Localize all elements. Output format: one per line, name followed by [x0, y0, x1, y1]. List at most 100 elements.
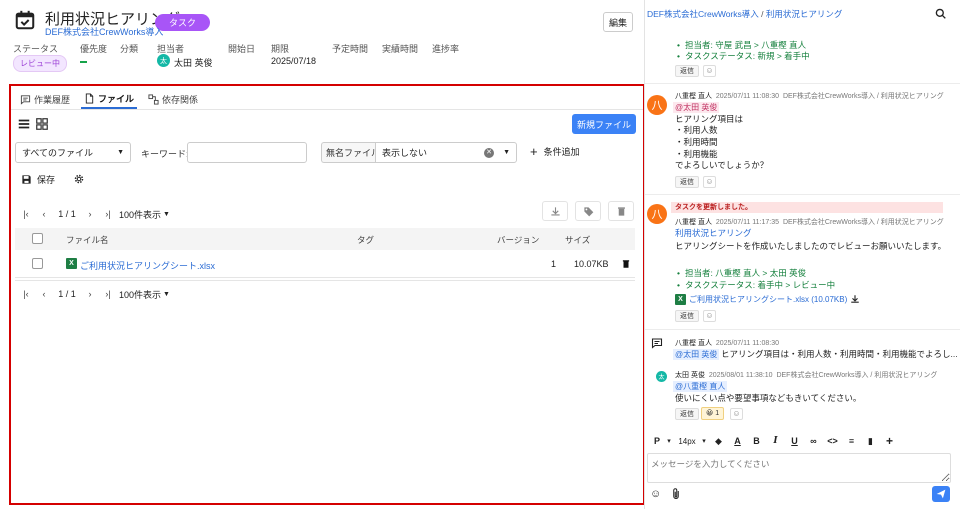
mention[interactable]: @八重樫 直人	[673, 381, 728, 392]
clear-icon[interactable]: ✕	[484, 147, 494, 158]
reply-button[interactable]: 返信	[675, 65, 699, 77]
mention[interactable]: @太田 英俊	[673, 349, 720, 360]
file-version: 1	[551, 259, 557, 269]
search-icon[interactable]	[935, 8, 946, 19]
add-reaction-icon[interactable]: ☺	[730, 408, 743, 420]
highlight-icon[interactable]: ◆	[709, 436, 728, 447]
assignee-avatar: 太	[157, 54, 170, 67]
reply-button[interactable]: 返信	[675, 176, 699, 188]
meta-label-planned: 予定時間	[332, 44, 369, 54]
next-page-icon[interactable]: ›	[81, 209, 99, 219]
meta-label-due: 期限	[271, 44, 290, 54]
anon-file-select[interactable]: 表示しない ✕ ▼	[375, 142, 517, 163]
trash-icon[interactable]: ▮	[861, 436, 880, 447]
tab-history[interactable]: 作業履歴	[17, 89, 73, 109]
paperclip-icon[interactable]	[671, 488, 681, 500]
next-page-icon[interactable]: ›	[81, 289, 99, 299]
paragraph-select[interactable]: P	[651, 436, 663, 446]
last-page-icon[interactable]: ›|	[99, 209, 117, 219]
project-link[interactable]: DEF株式会社CrewWorks導入	[45, 25, 163, 38]
chevron-down-icon[interactable]: ▾	[663, 437, 675, 445]
first-page-icon[interactable]: |‹	[17, 209, 35, 219]
prev-page-icon[interactable]: ‹	[35, 289, 53, 299]
per-page-select[interactable]: 100件表示	[119, 208, 161, 221]
text-color-icon[interactable]: A	[728, 436, 747, 446]
mention[interactable]: @太田 英俊	[673, 102, 720, 113]
gear-icon[interactable]	[73, 173, 85, 185]
tab-dependencies[interactable]: 依存関係	[145, 89, 201, 109]
reaction-chip[interactable]: 😀 1	[701, 407, 725, 420]
delete-button[interactable]	[608, 201, 634, 221]
keyword-label: キーワード:	[141, 149, 189, 159]
download-icon	[550, 206, 560, 215]
message-author[interactable]: 八重樫 直人	[675, 93, 712, 100]
add-reaction-icon[interactable]: ☺	[703, 310, 716, 322]
download-icon[interactable]	[850, 294, 860, 304]
keyword-input[interactable]	[187, 142, 307, 163]
file-filter-select[interactable]: すべてのファイル ▼	[15, 142, 131, 163]
meta-label-priority: 優先度	[80, 44, 108, 54]
reply-text: 使いにくい点や要望事項などもきいてください。	[675, 393, 862, 403]
save-icon	[22, 175, 31, 184]
message-input[interactable]	[647, 453, 951, 483]
col-filename[interactable]: ファイル名	[66, 234, 109, 246]
grid-view-icon[interactable]	[35, 117, 49, 131]
priority-indicator[interactable]	[80, 61, 87, 63]
prev-page-icon[interactable]: ‹	[35, 209, 53, 219]
meta-label-progress: 進捗率	[432, 44, 460, 54]
add-reaction-icon[interactable]: ☺	[703, 65, 716, 77]
assignee-name[interactable]: 太田 英俊	[174, 56, 213, 69]
plus-icon[interactable]: +	[880, 434, 899, 448]
col-tag[interactable]: タグ	[357, 234, 374, 246]
per-page-select[interactable]: 100件表示	[119, 288, 161, 301]
first-page-icon[interactable]: |‹	[17, 289, 35, 299]
col-size[interactable]: サイズ	[565, 234, 590, 246]
row-checkbox[interactable]	[32, 258, 43, 269]
message-path: DEF株式会社CrewWorks導入 / 利用状況ヒアリング	[782, 93, 944, 100]
table-header: ファイル名 タグ バージョン サイズ	[15, 228, 635, 250]
code-icon[interactable]: <>	[823, 436, 842, 446]
dependency-icon	[148, 93, 159, 105]
underline-icon[interactable]: U	[785, 436, 804, 446]
chevron-down-icon: ▼	[163, 210, 170, 218]
table-row[interactable]: X ご利用状況ヒアリングシート.xlsx 1 10.07KB	[15, 250, 635, 278]
last-page-icon[interactable]: ›|	[99, 289, 117, 299]
reply-button[interactable]: 返信	[675, 408, 699, 420]
select-all-checkbox[interactable]	[32, 233, 43, 244]
message-author[interactable]: 八重樫 直人	[675, 219, 712, 226]
attachment-link[interactable]: ご利用状況ヒアリングシート.xlsx (10.07KB)	[689, 294, 847, 305]
add-reaction-icon[interactable]: ☺	[703, 176, 716, 188]
save-button[interactable]: 保存	[21, 173, 55, 186]
trash-icon[interactable]	[621, 259, 631, 269]
edit-button[interactable]: 編集	[603, 12, 633, 32]
thread-author[interactable]: 八重樫 直人	[675, 340, 712, 347]
align-icon[interactable]: ≡	[842, 436, 861, 446]
thread-summary[interactable]: ヒアリング項目は・利用人数・利用時間・利用機能でよろし...	[721, 349, 958, 360]
bold-icon[interactable]: B	[747, 436, 766, 446]
meta-label-actual: 実績時間	[382, 44, 419, 54]
col-version[interactable]: バージョン	[497, 234, 539, 246]
due-date[interactable]: 2025/07/18	[271, 56, 316, 66]
emoji-icon[interactable]: ☺	[650, 488, 661, 500]
pager-divider	[15, 280, 635, 281]
font-size-select[interactable]: 14px	[675, 437, 699, 446]
send-button[interactable]	[932, 486, 950, 502]
breadcrumb-project[interactable]: DEF株式会社CrewWorks導入	[647, 9, 759, 19]
reply-author[interactable]: 太田 英俊	[675, 372, 705, 379]
tab-files[interactable]: ファイル	[81, 89, 138, 109]
italic-icon[interactable]: I	[766, 436, 785, 446]
file-name-link[interactable]: ご利用状況ヒアリングシート.xlsx	[80, 259, 215, 272]
tag-button[interactable]	[575, 201, 601, 221]
chevron-down-icon[interactable]: ▾	[699, 437, 709, 445]
message-line: ・利用時間	[675, 137, 718, 147]
download-button[interactable]	[542, 201, 568, 221]
list-view-icon[interactable]	[17, 117, 31, 131]
task-link[interactable]: 利用状況ヒアリング	[675, 228, 752, 239]
meta-label-assignee: 担当者	[157, 44, 185, 54]
status-badge[interactable]: レビュー中	[13, 55, 67, 72]
add-condition-button[interactable]: + 条件追加	[530, 144, 580, 159]
link-icon[interactable]: ∞	[804, 436, 823, 446]
breadcrumb-task[interactable]: 利用状況ヒアリング	[766, 9, 843, 19]
new-file-button[interactable]: 新規ファイル	[572, 114, 636, 134]
reply-button[interactable]: 返信	[675, 310, 699, 322]
